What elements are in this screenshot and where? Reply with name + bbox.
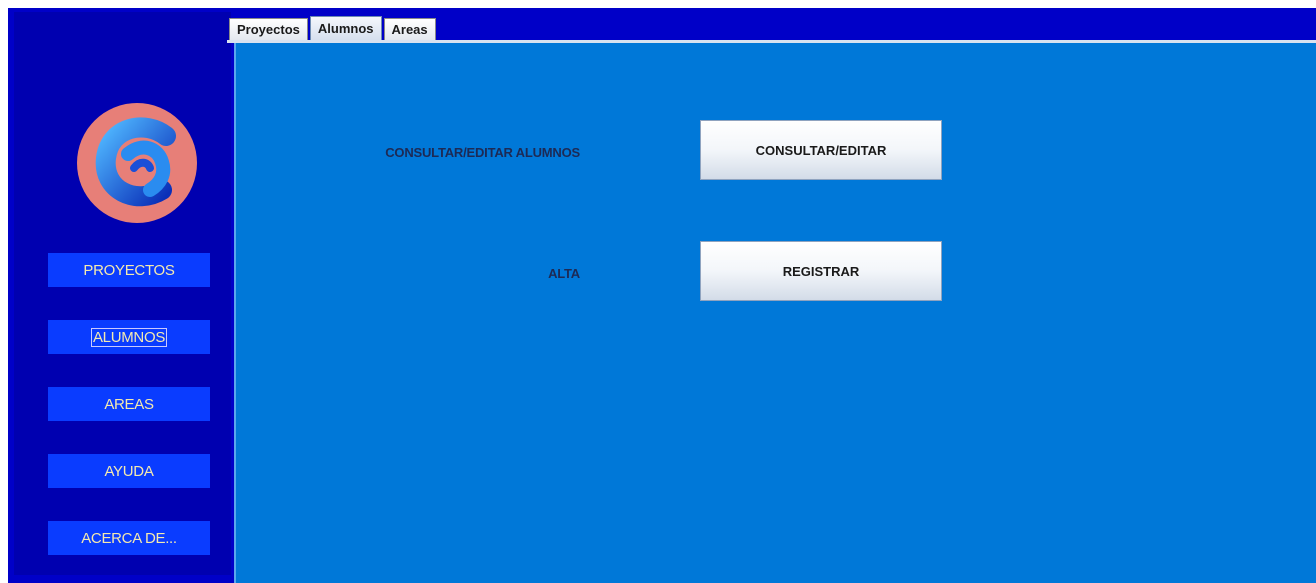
tab-areas[interactable]: Areas bbox=[383, 18, 436, 40]
sidebar-item-ayuda[interactable]: AYUDA bbox=[48, 454, 210, 488]
sidebar: PROYECTOS ALUMNOS AREAS AYUDA ACERCA DE.… bbox=[14, 12, 231, 575]
alumnos-panel: CONSULTAR/EDITAR ALUMNOS CONSULTAR/EDITA… bbox=[234, 43, 1316, 583]
sidebar-item-proyectos[interactable]: PROYECTOS bbox=[48, 253, 210, 287]
consult-label: CONSULTAR/EDITAR ALUMNOS bbox=[385, 145, 580, 160]
sidebar-item-alumnos[interactable]: ALUMNOS bbox=[48, 320, 210, 354]
sidebar-item-label: AREAS bbox=[104, 395, 154, 413]
registrar-button[interactable]: REGISTRAR bbox=[700, 241, 942, 301]
sidebar-item-label: ACERCA DE... bbox=[81, 529, 177, 547]
sidebar-item-label: ALUMNOS bbox=[90, 327, 168, 347]
tab-alumnos[interactable]: Alumnos bbox=[309, 16, 382, 40]
alta-label: ALTA bbox=[548, 266, 580, 281]
consultar-editar-button[interactable]: CONSULTAR/EDITAR bbox=[700, 120, 942, 180]
sidebar-item-areas[interactable]: AREAS bbox=[48, 387, 210, 421]
tab-bar: Proyectos Alumnos Areas bbox=[229, 14, 438, 40]
sidebar-item-label: AYUDA bbox=[104, 462, 154, 480]
tab-proyectos[interactable]: Proyectos bbox=[229, 18, 308, 40]
sidebar-item-acerca-de[interactable]: ACERCA DE... bbox=[48, 521, 210, 555]
sidebar-item-label: PROYECTOS bbox=[83, 261, 175, 279]
app-logo-icon bbox=[77, 103, 197, 223]
